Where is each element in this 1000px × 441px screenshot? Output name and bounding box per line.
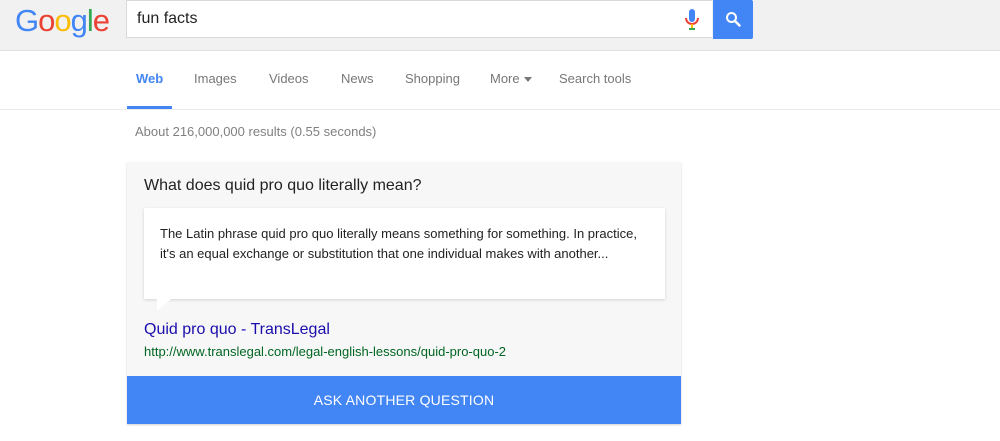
tab-label: Images	[194, 71, 237, 86]
tab-shopping[interactable]: Shopping	[405, 50, 460, 108]
tab-images[interactable]: Images	[194, 50, 237, 108]
search-button[interactable]	[713, 0, 753, 39]
tab-label: Web	[136, 71, 164, 86]
answer-card: What does quid pro quo literally mean? T…	[127, 162, 681, 424]
logo-letter: o	[38, 3, 55, 38]
logo-letter: G	[15, 3, 39, 38]
speech-bubble-tail	[157, 299, 171, 311]
caret-down-icon	[523, 77, 532, 83]
tab-label: Search tools	[559, 71, 632, 86]
search-icon	[726, 12, 741, 27]
tab-label: News	[341, 71, 374, 86]
ask-another-question-button[interactable]: ASK ANOTHER QUESTION	[127, 376, 681, 424]
microphone-icon[interactable]	[684, 8, 700, 32]
tab-videos[interactable]: Videos	[269, 50, 309, 108]
answer-snippet: The Latin phrase quid pro quo literally …	[160, 226, 637, 261]
tab-label: Videos	[269, 71, 309, 86]
logo-letter: o	[54, 3, 71, 38]
tab-label: More	[490, 71, 520, 86]
google-logo[interactable]: Google	[15, 3, 110, 39]
tab-news[interactable]: News	[341, 50, 374, 108]
logo-letter: e	[92, 3, 110, 38]
result-stats: About 216,000,000 results (0.55 seconds)	[135, 124, 377, 139]
top-bar: Google	[0, 0, 1000, 51]
search-input[interactable]	[137, 1, 677, 37]
tab-web[interactable]: Web	[126, 50, 173, 109]
result-url: http://www.translegal.com/legal-english-…	[144, 344, 507, 359]
tab-label: Shopping	[405, 71, 460, 86]
tab-search-tools[interactable]: Search tools	[559, 50, 631, 108]
search-tabs: Web Images Videos News Shopping More Sea…	[0, 50, 1000, 110]
answer-question: What does quid pro quo literally mean?	[144, 177, 422, 194]
answer-snippet-box: The Latin phrase quid pro quo literally …	[144, 208, 665, 299]
logo-letter: g	[70, 3, 88, 38]
result-title-link[interactable]: Quid pro quo - TransLegal	[144, 321, 330, 339]
tab-more[interactable]: More	[490, 50, 532, 108]
search-box	[126, 0, 712, 38]
